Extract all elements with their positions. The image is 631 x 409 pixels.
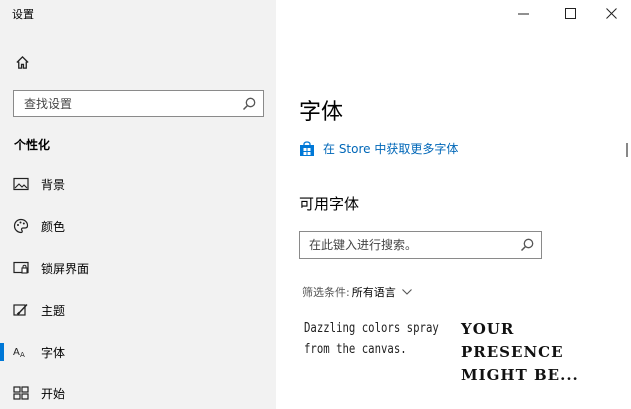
sidebar-item-lock-screen[interactable]: 锁屏界面 bbox=[0, 251, 276, 285]
svg-text:A: A bbox=[13, 347, 20, 358]
sidebar-item-start[interactable]: 开始 bbox=[0, 376, 276, 409]
store-link[interactable]: 在 Store 中获取更多字体 bbox=[299, 140, 458, 157]
sidebar-item-label: 字体 bbox=[41, 345, 66, 360]
font-card[interactable]: Dazzling colors spray from the canvas. bbox=[304, 318, 439, 360]
minimize-button[interactable] bbox=[500, 0, 546, 26]
available-fonts-heading: 可用字体 bbox=[299, 195, 360, 213]
sidebar-item-label: 开始 bbox=[41, 386, 66, 401]
close-button[interactable] bbox=[588, 0, 631, 26]
sidebar-item-label: 锁屏界面 bbox=[41, 261, 90, 276]
font-sample-line: PRESENCE bbox=[461, 343, 564, 361]
page-title: 字体 bbox=[299, 100, 344, 125]
sidebar-item-background[interactable]: 背景 bbox=[0, 167, 276, 201]
font-search-input[interactable] bbox=[300, 232, 505, 258]
filter-dropdown[interactable]: 所有语言 bbox=[352, 284, 396, 300]
sidebar-item-label: 颜色 bbox=[41, 219, 66, 234]
start-tiles-icon bbox=[12, 384, 30, 402]
minimize-icon bbox=[517, 13, 529, 14]
font-sample-line: Dazzling colors spray bbox=[304, 321, 439, 336]
palette-icon bbox=[12, 217, 30, 235]
home-icon bbox=[15, 55, 29, 69]
sidebar-item-themes[interactable]: 主题 bbox=[0, 293, 276, 327]
store-bag-icon bbox=[300, 140, 314, 156]
font-search-box[interactable] bbox=[299, 231, 542, 259]
settings-search-input[interactable] bbox=[14, 91, 224, 116]
section-heading: 个性化 bbox=[14, 138, 51, 152]
scrollbar-thumb[interactable] bbox=[626, 143, 628, 157]
app-title: 设置 bbox=[12, 8, 34, 21]
sidebar-item-fonts[interactable]: AA 字体 bbox=[0, 335, 276, 369]
font-sample-line: MIGHT BE... bbox=[461, 366, 579, 384]
maximize-button[interactable] bbox=[547, 0, 593, 26]
font-sample-line: from the canvas. bbox=[304, 342, 407, 357]
language-filter: 筛选条件: 所有语言 bbox=[302, 284, 412, 300]
font-icon: AA bbox=[12, 343, 30, 361]
font-card[interactable]: YOUR PRESENCE MIGHT BE... bbox=[461, 318, 581, 387]
sidebar-item-label: 背景 bbox=[41, 177, 66, 192]
sidebar-item-label: 主题 bbox=[41, 303, 66, 318]
theme-brush-icon bbox=[12, 301, 30, 319]
settings-search-box[interactable] bbox=[13, 90, 264, 117]
svg-text:A: A bbox=[20, 351, 25, 359]
selection-indicator bbox=[0, 343, 4, 361]
font-sample-line: YOUR bbox=[461, 320, 515, 338]
home-button[interactable] bbox=[12, 52, 32, 72]
sidebar-item-colors[interactable]: 颜色 bbox=[0, 209, 276, 243]
sidebar: 设置 个性化 背景 颜色 锁屏界面 主题 bbox=[0, 0, 276, 409]
store-link-label[interactable]: 在 Store 中获取更多字体 bbox=[323, 140, 458, 157]
search-icon[interactable] bbox=[519, 237, 535, 253]
search-icon[interactable] bbox=[241, 96, 257, 112]
chevron-down-icon[interactable] bbox=[401, 289, 412, 295]
close-icon bbox=[605, 7, 617, 19]
filter-label: 筛选条件: bbox=[302, 286, 350, 299]
maximize-icon bbox=[564, 7, 576, 19]
lock-screen-icon bbox=[12, 259, 30, 277]
picture-icon bbox=[12, 175, 30, 193]
